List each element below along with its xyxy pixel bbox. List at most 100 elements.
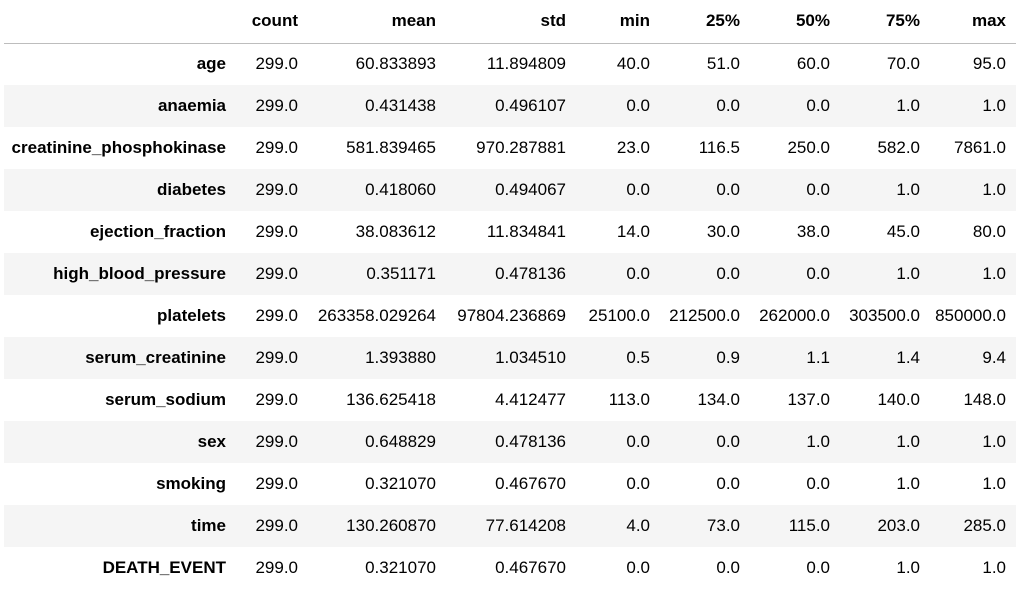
cell-max: 285.0 — [963, 516, 1006, 535]
cell-50pct: 1.1 — [806, 348, 830, 367]
table-header: count mean std min 25% 50% 75% max — [4, 0, 1016, 44]
cell-min: 4.0 — [626, 516, 650, 535]
cell-50pct: 1.0 — [806, 432, 830, 451]
cell-min: 0.0 — [626, 474, 650, 493]
cell-mean: 0.418060 — [365, 180, 436, 199]
cell-min: 14.0 — [616, 222, 650, 241]
table-row: anaemia 299.0 0.431438 0.496107 0.0 0.0 0.0 1.0… — [4, 85, 1016, 127]
row-label: platelets — [157, 306, 226, 325]
cell-mean: 0.431438 — [365, 96, 436, 115]
cell-mean: 0.351171 — [366, 264, 436, 283]
describe-table: count mean std min 25% 50% 75% max age 29… — [4, 0, 1016, 589]
row-label: smoking — [156, 474, 226, 493]
cell-std: 970.287881 — [476, 138, 566, 157]
cell-mean: 0.321070 — [365, 474, 436, 493]
table-row: high_blood_pressure 299.0 0.351171 0.478136… — [4, 253, 1016, 295]
cell-50pct: 250.0 — [787, 138, 830, 157]
row-label: high_blood_pressure — [53, 264, 226, 283]
column-header-max: max — [930, 0, 1016, 44]
cell-75pct: 1.0 — [896, 180, 920, 199]
cell-min: 0.0 — [626, 558, 650, 577]
cell-count: 299.0 — [255, 306, 298, 325]
cell-count: 299.0 — [255, 54, 298, 74]
cell-std: 4.412477 — [495, 390, 566, 409]
index-header — [4, 0, 236, 44]
cell-std: 0.494067 — [495, 180, 566, 199]
cell-max: 7861.0 — [954, 138, 1006, 157]
cell-50pct: 262000.0 — [759, 306, 830, 325]
cell-min: 25100.0 — [588, 306, 650, 325]
cell-25pct: 0.0 — [716, 180, 740, 199]
row-label: DEATH_EVENT — [102, 558, 226, 577]
cell-75pct: 582.0 — [877, 138, 920, 157]
cell-std: 11.894809 — [486, 54, 566, 74]
column-header-75pct: 75% — [840, 0, 930, 44]
cell-count: 299.0 — [255, 432, 298, 451]
row-label: diabetes — [157, 180, 226, 199]
cell-50pct: 115.0 — [788, 516, 830, 535]
cell-max: 148.0 — [963, 390, 1006, 409]
cell-std: 0.478136 — [495, 432, 566, 451]
cell-std: 97804.236869 — [457, 306, 566, 325]
cell-25pct: 51.0 — [706, 54, 740, 74]
cell-50pct: 137.0 — [787, 390, 830, 409]
cell-count: 299.0 — [255, 516, 298, 535]
cell-25pct: 212500.0 — [669, 306, 740, 325]
cell-max: 80.0 — [972, 222, 1006, 241]
cell-max: 1.0 — [982, 264, 1006, 283]
cell-75pct: 1.0 — [896, 432, 920, 451]
cell-75pct: 70.0 — [886, 54, 920, 74]
row-label: anaemia — [157, 96, 226, 115]
column-header-50pct: 50% — [750, 0, 840, 44]
cell-25pct: 73.0 — [706, 516, 740, 535]
cell-min: 113.0 — [608, 390, 650, 409]
column-header-std: std — [446, 0, 576, 44]
cell-std: 0.478136 — [495, 264, 566, 283]
cell-mean: 130.260870 — [346, 516, 436, 535]
row-label: age — [196, 54, 226, 74]
cell-25pct: 134.0 — [697, 390, 740, 409]
cell-std: 0.467670 — [495, 558, 566, 577]
table-row: age 299.0 60.833893 11.894809 40.0 51.0 60.0 70… — [4, 43, 1016, 85]
cell-std: 11.834841 — [486, 222, 566, 241]
cell-75pct: 1.0 — [896, 474, 920, 493]
column-header-mean: mean — [308, 0, 446, 44]
cell-min: 0.0 — [626, 96, 650, 115]
cell-count: 299.0 — [255, 474, 298, 493]
table-row: platelets 299.0 263358.029264 97804.236869 2… — [4, 295, 1016, 337]
row-label: serum_creatinine — [85, 348, 226, 367]
table-row: smoking 299.0 0.321070 0.467670 0.0 0.0 0.0 1.0… — [4, 463, 1016, 505]
notebook-output-area: count mean std min 25% 50% 75% max age 29… — [0, 0, 1022, 599]
cell-75pct: 1.4 — [896, 348, 920, 367]
cell-mean: 0.321070 — [365, 558, 436, 577]
cell-max: 1.0 — [982, 96, 1006, 115]
cell-max: 1.0 — [982, 474, 1006, 493]
cell-max: 1.0 — [982, 432, 1006, 451]
cell-25pct: 0.0 — [716, 96, 740, 115]
cell-std: 0.467670 — [495, 474, 566, 493]
cell-50pct: 0.0 — [806, 558, 830, 577]
cell-std: 77.614208 — [485, 516, 566, 535]
table-row: serum_creatinine 299.0 1.393880 1.034510 0.5… — [4, 337, 1016, 379]
column-header-min: min — [576, 0, 660, 44]
cell-75pct: 303500.0 — [849, 306, 920, 325]
table-body: age 299.0 60.833893 11.894809 40.0 51.0 60.0 70… — [4, 43, 1016, 589]
cell-50pct: 0.0 — [806, 264, 830, 283]
cell-75pct: 140.0 — [877, 390, 920, 409]
header-row: count mean std min 25% 50% 75% max — [4, 0, 1016, 44]
column-header-count: count — [236, 0, 308, 44]
cell-count: 299.0 — [255, 138, 298, 157]
row-label: sex — [197, 432, 226, 451]
cell-min: 40.0 — [616, 54, 650, 74]
cell-min: 0.0 — [626, 264, 650, 283]
cell-min: 0.5 — [626, 348, 650, 367]
row-label: ejection_fraction — [89, 222, 226, 241]
cell-75pct: 203.0 — [877, 516, 920, 535]
cell-min: 0.0 — [626, 180, 650, 199]
cell-std: 1.034510 — [495, 348, 566, 367]
cell-50pct: 0.0 — [806, 474, 830, 493]
cell-max: 850000.0 — [935, 306, 1006, 325]
cell-count: 299.0 — [255, 390, 298, 409]
table-row: sex 299.0 0.648829 0.478136 0.0 0.0 1.0 1.0 1.0 — [4, 421, 1016, 463]
table-row: serum_sodium 299.0 136.625418 4.412477 113.0… — [4, 379, 1016, 421]
